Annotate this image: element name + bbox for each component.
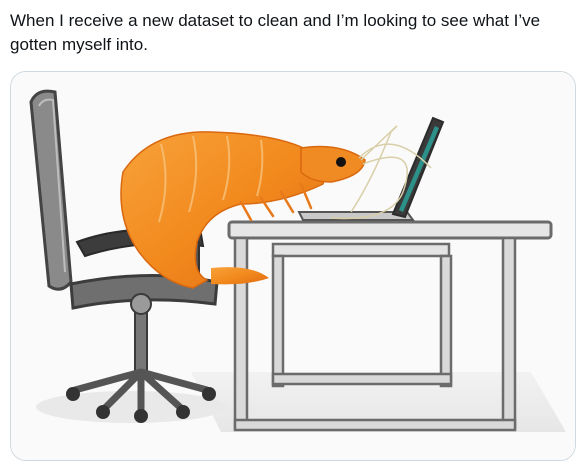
tweet-text: When I receive a new dataset to clean an… [10, 11, 541, 54]
meme-illustration [11, 72, 575, 460]
tweet-media-card[interactable] [10, 71, 576, 461]
